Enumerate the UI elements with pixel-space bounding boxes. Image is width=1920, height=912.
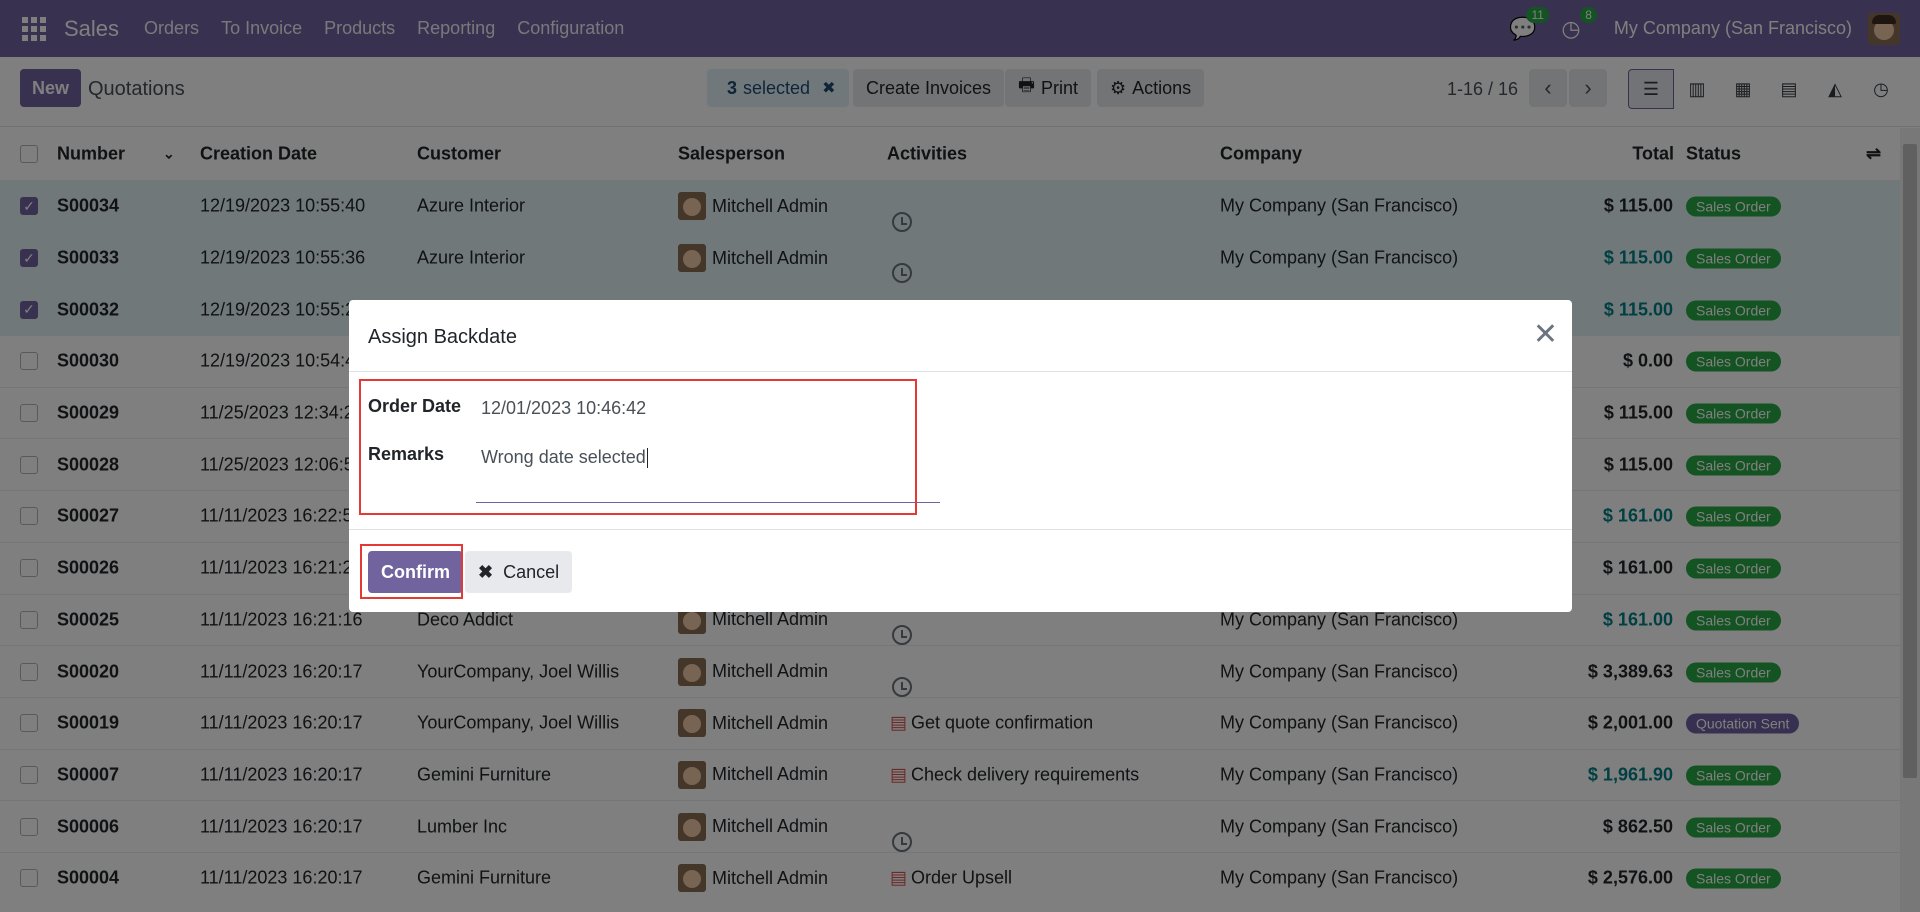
- cancel-label: Cancel: [503, 561, 560, 582]
- assign-backdate-dialog: Assign Backdate ✕ Order Date 12/01/2023 …: [349, 300, 1572, 612]
- highlight-fields-box: [359, 379, 917, 515]
- dialog-body: Order Date 12/01/2023 10:46:42 Remarks W…: [349, 372, 1572, 530]
- dialog-title: Assign Backdate: [368, 326, 517, 348]
- cancel-button[interactable]: ✖ Cancel: [465, 551, 573, 593]
- highlight-confirm-box: [360, 544, 463, 599]
- close-icon[interactable]: ✕: [1533, 320, 1558, 350]
- dialog-header: Assign Backdate ✕: [349, 300, 1572, 372]
- cancel-x-icon: ✖: [478, 561, 494, 582]
